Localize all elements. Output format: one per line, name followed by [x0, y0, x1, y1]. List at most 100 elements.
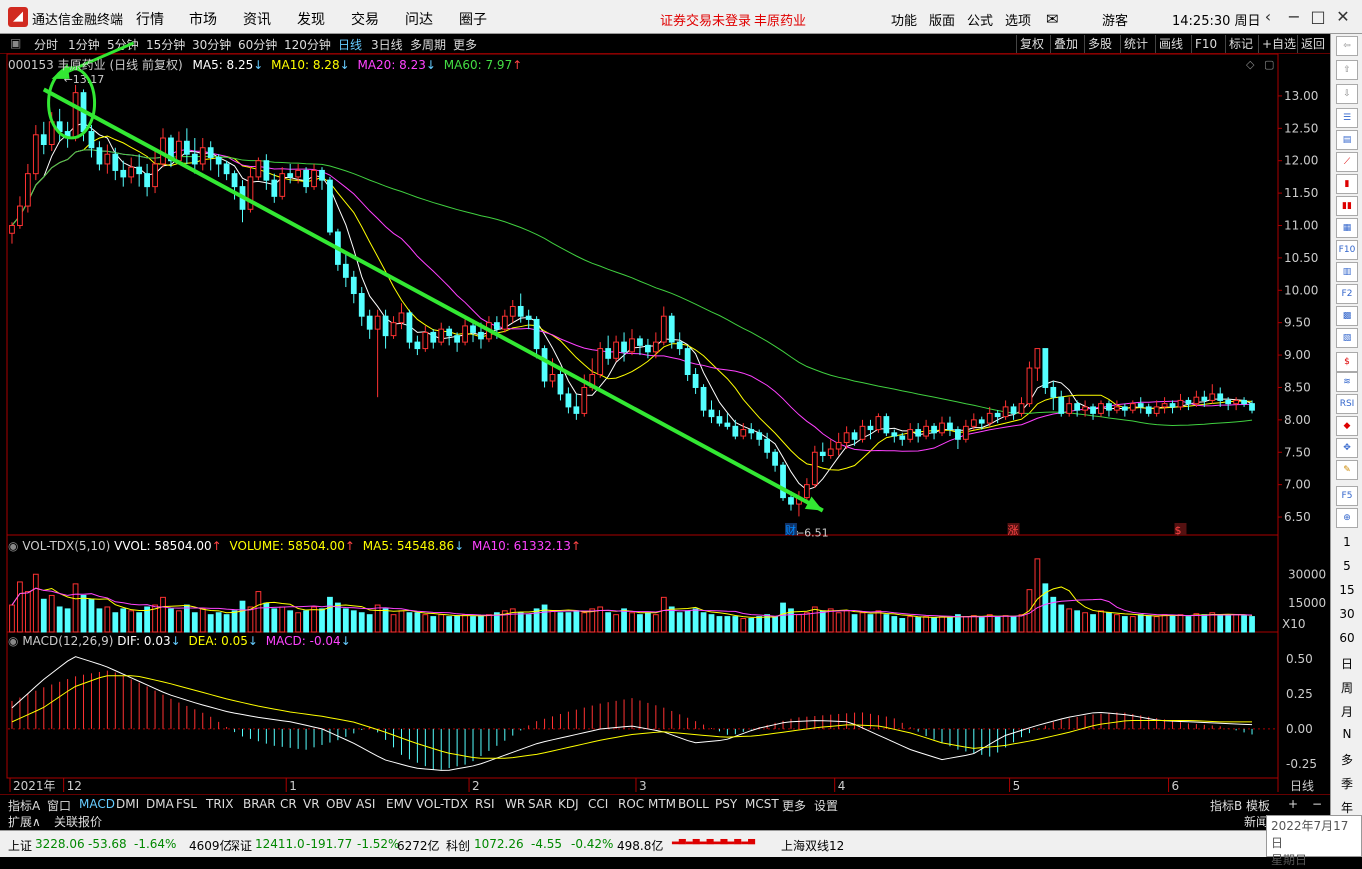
side-60[interactable]: 60	[1331, 631, 1362, 645]
news-icon[interactable]: ▩	[1336, 306, 1358, 326]
panel-collapse-icon[interactable]: ◉	[8, 634, 18, 648]
multi-candle-icon[interactable]: ▮▮	[1336, 196, 1358, 216]
volume-bar	[366, 614, 373, 633]
side-30[interactable]: 30	[1331, 607, 1362, 621]
time-tick-label: 12	[67, 779, 82, 793]
macd-panel	[11, 656, 1253, 771]
side-5[interactable]: 5	[1331, 559, 1362, 573]
indicator-tab-18[interactable]: CCI	[588, 797, 608, 811]
indicator-tab-14[interactable]: RSI	[475, 797, 495, 811]
indicator-tab-10[interactable]: OBV	[326, 797, 352, 811]
volume-bar	[72, 583, 79, 633]
candle-chart-icon[interactable]: ▮	[1336, 174, 1358, 194]
indicator-tab-20[interactable]: MTM	[648, 797, 676, 811]
candle-body	[1042, 348, 1049, 388]
candle-body	[1050, 386, 1057, 398]
rsi-button[interactable]: RSI	[1336, 394, 1358, 414]
side-week[interactable]: 周	[1331, 679, 1362, 696]
side-multi[interactable]: 多	[1331, 751, 1362, 768]
volume-bar	[1225, 615, 1232, 633]
side-month[interactable]: 月	[1331, 703, 1362, 720]
calendar-icon[interactable]: ▥	[1336, 262, 1358, 282]
tab-right-2[interactable]: +	[1288, 797, 1298, 811]
panel-collapse-icon[interactable]: ◉	[8, 539, 18, 553]
price-tick-label: 6.50	[1284, 510, 1311, 524]
macd-panel-frame	[6, 631, 1279, 779]
pencil-icon[interactable]: ✎	[1336, 460, 1358, 480]
f10-doc-icon[interactable]: ▦	[1336, 218, 1358, 238]
indicator-tab-21[interactable]: BOLL	[678, 797, 709, 811]
candle-body	[430, 331, 437, 343]
close-icon[interactable]: ✕	[1332, 6, 1354, 28]
volume-bar	[9, 604, 15, 633]
side-15[interactable]: 15	[1331, 583, 1362, 597]
side-day[interactable]: 日	[1331, 655, 1362, 672]
candle-body	[255, 160, 262, 178]
volume-bar	[978, 617, 985, 633]
date-text: 2022年7月17日	[1271, 819, 1349, 850]
indicator-tab-22[interactable]: PSY	[715, 797, 737, 811]
indicator-tab-12[interactable]: EMV	[386, 797, 412, 811]
sz-label[interactable]: 深证	[228, 837, 252, 854]
list-icon[interactable]: ☰	[1336, 108, 1358, 128]
indicator-tab-19[interactable]: ROC	[618, 797, 644, 811]
trend-chart-icon[interactable]: ⟋	[1336, 152, 1358, 172]
zoom-icon[interactable]: ⊕	[1336, 508, 1358, 528]
f2-button[interactable]: F2	[1336, 284, 1358, 304]
indicator-tab-9[interactable]: VR	[303, 797, 320, 811]
price-tick-label: 7.50	[1284, 445, 1311, 459]
indicator-tab-6[interactable]: TRIX	[206, 797, 233, 811]
side-year[interactable]: 年	[1331, 799, 1362, 816]
left-arrow-icon[interactable]: ⇦	[1336, 36, 1358, 56]
down-arrow-icon[interactable]: ⇩	[1336, 84, 1358, 104]
expand-button[interactable]: 扩展∧	[8, 813, 41, 830]
tag-icon[interactable]: ◆	[1336, 416, 1358, 436]
indicator-tab-16[interactable]: SAR	[528, 797, 552, 811]
up-arrow-icon[interactable]: ⇧	[1336, 60, 1358, 80]
indicator-tab-15[interactable]: WR	[505, 797, 525, 811]
sh-label[interactable]: 上证	[8, 837, 32, 854]
volume-bar	[589, 608, 596, 633]
volume-bar	[48, 594, 55, 633]
dollar-icon[interactable]: $	[1336, 352, 1358, 372]
indicator-tab-23[interactable]: MCST	[745, 797, 779, 811]
volume-bar	[279, 606, 286, 633]
kc-label[interactable]: 科创	[446, 837, 470, 854]
volume-bar	[835, 612, 842, 633]
related-quote-tab[interactable]: 关联报价	[54, 813, 102, 830]
volume-bar	[1114, 614, 1120, 633]
kline-chart[interactable]: 13.0012.5012.0011.5011.0010.5010.009.509…	[0, 0, 1330, 794]
side-quarter[interactable]: 季	[1331, 775, 1362, 792]
news-tab[interactable]: 新闻	[1244, 813, 1268, 830]
f5-button[interactable]: F5	[1336, 486, 1358, 506]
indicator-tab-17[interactable]: KDJ	[558, 797, 579, 811]
f10-button[interactable]: F10	[1336, 240, 1358, 260]
tab-right-3[interactable]: −	[1312, 797, 1322, 811]
volume-bar	[637, 614, 643, 633]
indicator-icon[interactable]: ≋	[1336, 372, 1358, 392]
volume-bar	[923, 616, 929, 633]
candle-body	[422, 331, 429, 350]
move-icon[interactable]: ✥	[1336, 438, 1358, 458]
indicator-tab-13[interactable]: VOL-TDX	[416, 797, 468, 811]
shanghai-line[interactable]: 上海双线12	[781, 837, 844, 854]
indicator-tab-5[interactable]: FSL	[176, 797, 197, 811]
indicator-tab-2[interactable]: MACD	[79, 797, 115, 811]
volume-bar	[382, 608, 389, 633]
indicator-tab-8[interactable]: CR	[280, 797, 297, 811]
volume-bar	[875, 610, 882, 633]
volume-bar	[32, 573, 39, 633]
volume-bar	[295, 612, 302, 633]
volume-bar	[17, 581, 23, 633]
volume-bar	[629, 612, 635, 633]
indicator-tab-7[interactable]: BRAR	[243, 797, 276, 811]
side-n[interactable]: N	[1331, 727, 1362, 741]
volume-bar	[160, 596, 166, 633]
volume-bar	[430, 616, 437, 633]
table-icon[interactable]: ▤	[1336, 130, 1358, 150]
side-1[interactable]: 1	[1331, 535, 1362, 549]
indicator-tab-4[interactable]: DMA	[146, 797, 174, 811]
report-icon[interactable]: ▧	[1336, 328, 1358, 348]
indicator-tab-3[interactable]: DMI	[116, 797, 139, 811]
indicator-tab-11[interactable]: ASI	[356, 797, 375, 811]
